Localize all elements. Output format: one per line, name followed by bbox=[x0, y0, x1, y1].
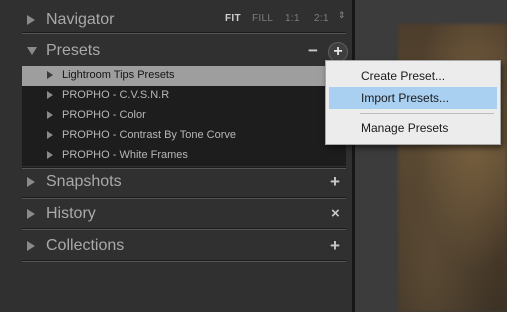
expand-arrow-icon[interactable] bbox=[47, 111, 53, 119]
preset-folder-label: PROPHO - C.V.S.N.R bbox=[62, 89, 170, 101]
expand-arrow-icon[interactable] bbox=[27, 15, 35, 25]
zoom-fill-option[interactable]: FILL bbox=[252, 13, 273, 24]
preset-folder-label: PROPHO - White Frames bbox=[62, 149, 188, 161]
collapse-arrow-icon[interactable] bbox=[27, 47, 37, 55]
preset-list: Lightroom Tips Presets PROPHO - C.V.S.N.… bbox=[22, 66, 346, 166]
snapshots-header[interactable]: Snapshots bbox=[0, 168, 352, 196]
preset-folder[interactable]: PROPHO - Color bbox=[22, 106, 346, 126]
zoom-1to1-option[interactable]: 1:1 bbox=[285, 13, 300, 24]
preset-folder-label: Lightroom Tips Presets bbox=[62, 69, 175, 81]
preset-folder-label: PROPHO - Contrast By Tone Corve bbox=[62, 129, 237, 141]
presets-header[interactable]: Presets bbox=[0, 37, 352, 65]
preset-folder[interactable]: PROPHO - White Frames bbox=[22, 146, 346, 166]
expand-arrow-icon[interactable] bbox=[47, 151, 53, 159]
expand-arrow-icon[interactable] bbox=[27, 241, 35, 251]
zoom-2to1-option[interactable]: 2:1 bbox=[314, 13, 329, 24]
preset-folder[interactable]: PROPHO - Contrast By Tone Corve bbox=[22, 126, 346, 146]
history-header[interactable]: History bbox=[0, 200, 352, 228]
expand-arrow-icon[interactable] bbox=[27, 177, 35, 187]
left-panel: Navigator FIT FILL 1:1 2:1 ⇕ Presets − +… bbox=[0, 0, 352, 312]
preset-folder[interactable]: Lightroom Tips Presets bbox=[22, 66, 346, 86]
menu-item-label: Import Presets... bbox=[361, 91, 450, 105]
expand-arrow-icon[interactable] bbox=[27, 209, 35, 219]
preset-folder-label: PROPHO - Color bbox=[62, 109, 146, 121]
history-title: History bbox=[46, 205, 96, 222]
menu-item-manage-presets[interactable]: Manage Presets bbox=[329, 117, 497, 139]
divider bbox=[22, 261, 346, 262]
presets-title: Presets bbox=[46, 42, 101, 59]
menu-item-label: Create Preset... bbox=[361, 69, 446, 83]
add-preset-button[interactable]: + bbox=[328, 42, 348, 62]
divider bbox=[22, 229, 346, 230]
clear-history-icon[interactable]: × bbox=[331, 205, 340, 222]
collections-header[interactable]: Collections bbox=[0, 232, 352, 260]
zoom-dropdown-icon[interactable]: ⇕ bbox=[338, 11, 346, 20]
remove-preset-icon[interactable]: − bbox=[308, 42, 318, 59]
divider bbox=[22, 198, 346, 199]
zoom-fit-option[interactable]: FIT bbox=[225, 13, 241, 24]
menu-separator bbox=[360, 113, 494, 114]
snapshots-title: Snapshots bbox=[46, 173, 122, 190]
divider bbox=[22, 33, 346, 34]
expand-arrow-icon[interactable] bbox=[47, 131, 53, 139]
collections-title: Collections bbox=[46, 237, 125, 254]
navigator-title: Navigator bbox=[46, 11, 115, 28]
menu-item-import-presets[interactable]: Import Presets... bbox=[329, 87, 497, 109]
expand-arrow-icon[interactable] bbox=[47, 71, 53, 79]
menu-item-label: Manage Presets bbox=[361, 121, 449, 135]
preset-folder[interactable]: PROPHO - C.V.S.N.R bbox=[22, 86, 346, 106]
add-snapshot-icon[interactable]: + bbox=[330, 173, 340, 190]
expand-arrow-icon[interactable] bbox=[47, 91, 53, 99]
add-collection-icon[interactable]: + bbox=[330, 237, 340, 254]
menu-item-create-preset[interactable]: Create Preset... bbox=[329, 65, 497, 87]
preset-context-menu: Create Preset... Import Presets... Manag… bbox=[325, 60, 501, 145]
